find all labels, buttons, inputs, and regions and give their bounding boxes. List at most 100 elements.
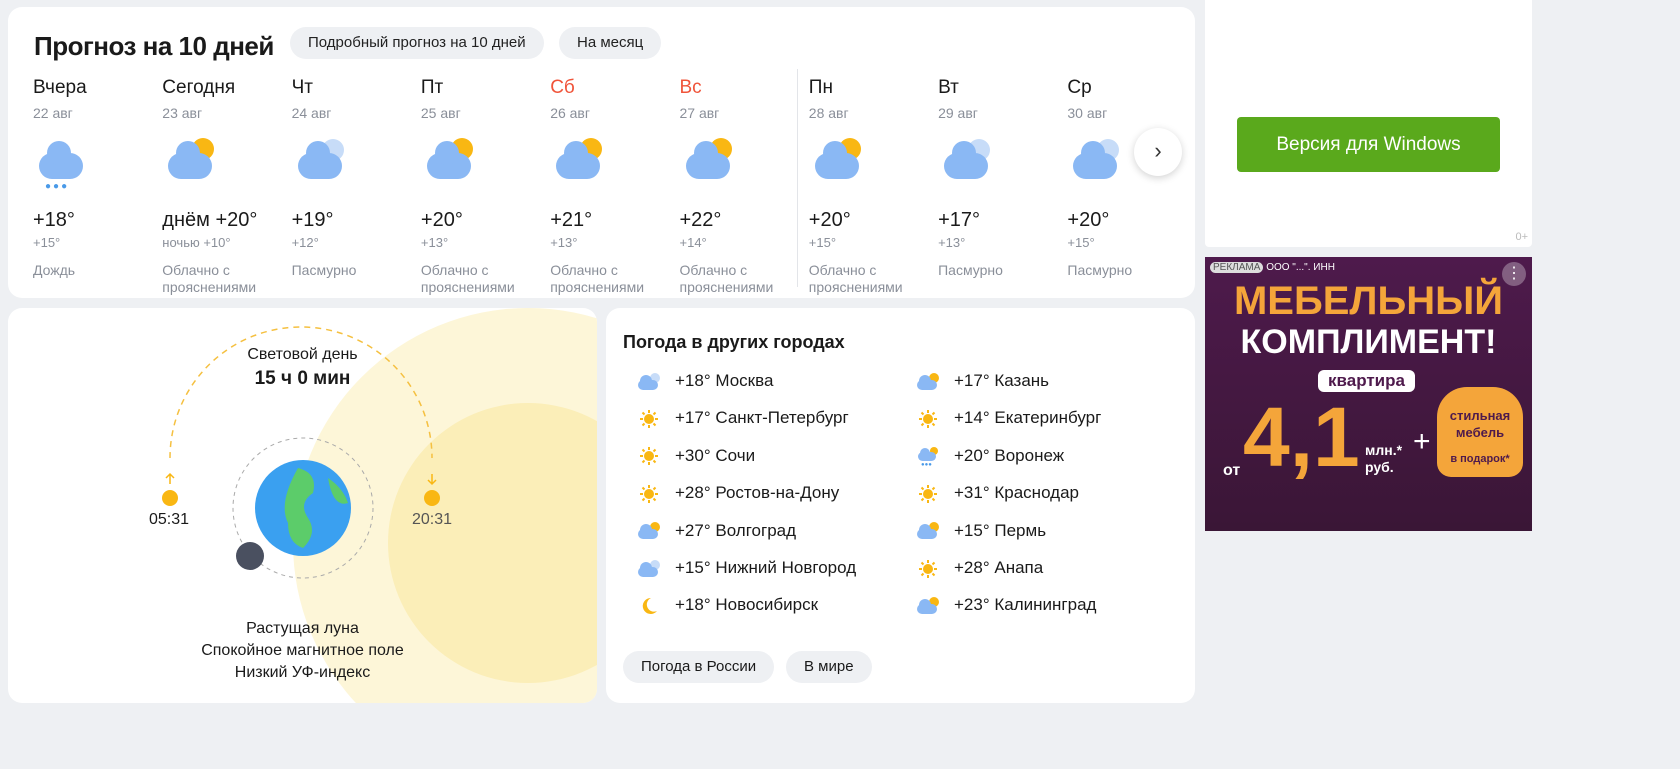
day-name: Сегодня <box>162 77 236 98</box>
moon-icon <box>637 596 661 616</box>
detailed-forecast-button[interactable]: Подробный прогноз на 10 дней <box>290 27 544 59</box>
city-name: Волгоград <box>715 520 797 540</box>
city-name: Нижний Новгород <box>715 558 857 577</box>
city-temp: +18° <box>675 371 711 390</box>
forecast-day[interactable]: Вчера 22 авг ●●● +18° +15° Дождь <box>33 77 158 279</box>
city-item[interactable]: +31° Краснодар <box>916 481 1079 505</box>
overcast-icon <box>938 135 1063 195</box>
next-days-button[interactable]: › <box>1134 128 1182 176</box>
day-condition: Облачно с прояснениями <box>162 262 257 295</box>
day-condition: Пасмурно <box>938 262 1003 278</box>
sun-icon <box>637 484 661 504</box>
ad-prefix: от <box>1223 462 1241 479</box>
day-temp: +22° <box>679 209 722 231</box>
city-temp: +23° <box>954 595 990 615</box>
city-name: Казань <box>994 371 1050 390</box>
age-rating: 0+ <box>1515 231 1528 243</box>
forecast-day[interactable]: Чт 24 авг +19° +12° Пасмурно <box>292 77 417 279</box>
city-item[interactable]: +18° Новосибирск <box>637 593 818 617</box>
city-temp: +28° <box>954 558 990 577</box>
city-temp: +20° <box>954 445 990 465</box>
day-temp: +20° <box>808 209 851 231</box>
day-name: Пн <box>808 77 833 98</box>
forecast-title: Прогноз на 10 дней <box>34 31 274 61</box>
city-name: Сочи <box>715 445 756 465</box>
city-item[interactable]: +23° Калининград <box>916 593 1096 617</box>
day-name: Вт <box>938 77 959 98</box>
city-item[interactable]: +30° Сочи <box>637 444 755 468</box>
city-item[interactable]: +17° Санкт-Петербург <box>637 406 849 430</box>
night-temp: +15° <box>808 235 837 250</box>
city-item[interactable]: +28° Ростов-на-Дону <box>637 481 839 505</box>
partly-cloudy-icon <box>809 135 934 195</box>
sun-icon <box>916 559 940 579</box>
russia-weather-button[interactable]: Погода в России <box>623 651 775 683</box>
windows-version-button[interactable]: Версия для Windows <box>1237 117 1500 172</box>
day-temp: днём +20° <box>162 209 258 231</box>
sunset-time: 20:31 <box>412 511 453 528</box>
city-item[interactable]: +14° Екатеринбург <box>916 406 1101 430</box>
day-condition: Облачно с прояснениями <box>420 262 515 295</box>
day-name: Ср <box>1067 77 1092 98</box>
city-temp: +14° <box>954 408 990 428</box>
city-item[interactable]: +17° Казань <box>916 369 1049 393</box>
ad-gift-badge: стильная мебель в подарок* <box>1437 387 1523 477</box>
night-temp: +13° <box>420 235 449 250</box>
daylight-duration: 15 ч 0 мин <box>254 368 351 389</box>
rain-icon: ●●● <box>916 446 940 468</box>
city-item[interactable]: +27° Волгоград <box>637 519 796 543</box>
city-item[interactable]: +28° Анапа <box>916 556 1043 580</box>
overcast-icon <box>637 372 661 392</box>
magnetic-field: Спокойное магнитное поле <box>201 642 404 659</box>
moon-phase: Растущая луна <box>246 620 359 637</box>
ad-price: 4,1 <box>1243 390 1360 484</box>
partly-cloudy-icon <box>680 135 805 195</box>
svg-text:●●●: ●●● <box>921 462 932 466</box>
forecast-day[interactable]: Пн 28 авг +20° +15° Облачно с прояснения… <box>809 77 934 296</box>
app-promo: Версия для Windows 0+ <box>1205 0 1532 247</box>
partly-cloudy-icon <box>916 521 940 541</box>
ad-currency: руб. <box>1365 459 1394 475</box>
forecast-day[interactable]: Сб 26 авг +21° +13° Облачно с прояснения… <box>550 77 675 296</box>
city-temp: +15° <box>675 558 711 577</box>
forecast-day[interactable]: Пт 25 авг +20° +13° Облачно с прояснения… <box>421 77 546 296</box>
day-date: 29 авг <box>938 105 978 121</box>
forecast-card: Прогноз на 10 дней Подробный прогноз на … <box>8 7 1195 298</box>
day-condition: Облачно с прояснениями <box>679 262 774 295</box>
city-item[interactable]: ●●● +20° Воронеж <box>916 444 1064 468</box>
night-temp: +15° <box>1067 235 1095 250</box>
city-item[interactable]: +15° Нижний Новгород <box>637 556 856 580</box>
ad-headline-1: МЕБЕЛЬНЫЙ <box>1233 279 1504 323</box>
city-name: Новосибирск <box>715 595 819 615</box>
chevron-right-icon: › <box>1154 138 1162 163</box>
city-name: Екатеринбург <box>994 408 1102 428</box>
sun-icon <box>637 446 661 466</box>
forecast-day[interactable]: Ср 30 авг +20° +15° Пасмурно <box>1067 77 1192 279</box>
day-condition: Пасмурно <box>1067 262 1133 278</box>
advertisement-banner[interactable]: РЕКЛАМА ООО "...". ИНН ⋮ МЕБЕЛЬНЫЙ КОМПЛ… <box>1205 257 1532 531</box>
overcast-icon <box>292 135 417 195</box>
night-temp: ночью +10° <box>162 235 231 250</box>
world-weather-button[interactable]: В мире <box>786 651 872 683</box>
day-date: 22 авг <box>33 105 73 121</box>
day-condition: Облачно с прояснениями <box>550 262 645 295</box>
ad-advertiser: ООО "...". ИНН <box>1266 262 1335 273</box>
partly-cloudy-icon <box>421 135 546 195</box>
day-name: Вс <box>679 77 702 98</box>
night-temp: +15° <box>33 235 61 250</box>
ad-plus: + <box>1413 425 1431 458</box>
city-item[interactable]: +18° Москва <box>637 369 773 393</box>
day-date: 26 авг <box>550 105 590 121</box>
city-item[interactable]: +15° Пермь <box>916 519 1046 543</box>
city-temp: +31° <box>954 483 990 503</box>
ad-label: РЕКЛАМА <box>1210 262 1264 273</box>
forecast-day[interactable]: Вс 27 авг +22° +14° Облачно с прояснения… <box>680 77 805 296</box>
partly-cloudy-icon <box>162 135 287 195</box>
month-forecast-button[interactable]: На месяц <box>559 27 662 59</box>
forecast-day[interactable]: Сегодня 23 авг днём +20° ночью +10° Обла… <box>162 77 287 296</box>
forecast-day[interactable]: Вт 29 авг +17° +13° Пасмурно <box>938 77 1063 279</box>
day-date: 28 авг <box>808 105 849 121</box>
city-name: Санкт-Петербург <box>715 408 849 428</box>
day-date: 25 авг <box>420 105 461 121</box>
sunrise-time: 05:31 <box>149 511 190 528</box>
